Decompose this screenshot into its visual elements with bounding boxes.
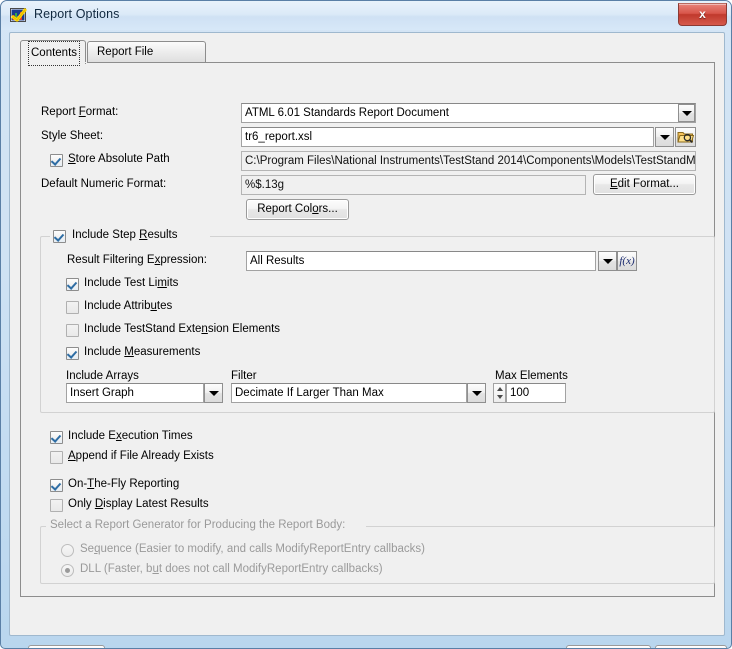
tab-report-file-pathname[interactable]: Report File Pathname [87,41,206,78]
report-generator-group [40,526,715,584]
help-button[interactable]: Help [28,645,105,648]
style-sheet-label: Style Sheet: [41,130,104,142]
ok-button[interactable]: OK [566,645,651,648]
report-generator-sequence-label: Sequence (Easier to modify, and calls Mo… [80,543,425,555]
default-numeric-format-label: Default Numeric Format: [41,178,167,190]
include-test-limits-label: Include Test Limits [84,277,179,289]
result-filtering-expression-value: All Results [250,255,305,267]
result-filtering-dropdown-icon[interactable] [598,251,617,271]
report-generator-dll-radio [61,564,74,577]
title-bar: Report Options x [1,1,731,30]
style-sheet-path-display: C:\Program Files\National Instruments\Te… [241,151,696,171]
edit-format-button[interactable]: Edit Format... [593,174,696,195]
filter-dropdown-icon[interactable] [467,383,486,403]
append-if-file-already-exists-checkbox[interactable] [50,451,63,464]
edit-format-button-label: Edit Format... [609,178,680,190]
include-arrays-label: Include Arrays [66,370,139,382]
chevron-down-icon [471,391,482,396]
report-colors-button[interactable]: Report Colors... [246,199,349,220]
dialog-client-area: Contents Report File Pathname Report For… [9,32,727,648]
include-execution-times-checkbox[interactable] [50,431,63,444]
include-attributes-label: Include Attributes [84,300,173,312]
only-display-latest-results-checkbox[interactable] [50,499,63,512]
include-measurements-label: Include Measurements [84,346,201,358]
close-button[interactable]: x [678,3,727,26]
folder-search-icon [677,132,695,143]
store-absolute-path-label: Store Absolute Path [68,153,170,165]
tab-contents[interactable]: Contents [20,40,86,66]
max-elements-label: Max Elements [495,370,568,382]
only-display-latest-results-label: Only Display Latest Results [68,498,209,510]
on-the-fly-reporting-checkbox[interactable] [50,479,63,492]
report-options-icon [10,8,27,22]
chevron-down-icon [602,259,613,264]
append-if-file-already-exists-label: Append if File Already Exists [68,450,214,462]
chevron-down-icon [659,135,670,140]
filter-label: Filter [231,370,257,382]
default-numeric-format-value: %$.13g [245,179,285,191]
cancel-button[interactable]: Cancel [655,645,727,648]
chevron-down-icon [208,391,219,396]
include-measurements-checkbox[interactable] [66,347,79,360]
include-step-results-checkbox[interactable] [53,230,66,243]
report-generator-dll-label: DLL (Faster, but does not call ModifyRep… [80,563,383,575]
report-generator-group-title: Select a Report Generator for Producing … [48,519,348,531]
spinner-up-icon[interactable] [496,387,503,391]
on-the-fly-reporting-label: On-The-Fly Reporting [68,478,180,490]
style-sheet-dropdown-icon[interactable] [655,127,674,147]
chevron-down-icon [681,111,692,116]
filter-combo[interactable]: Decimate If Larger Than Max [231,383,467,403]
tab-strip: Contents Report File Pathname [20,40,716,78]
report-format-combo[interactable]: ATML 6.01 Standards Report Document [241,103,696,123]
tab-active-seam [21,62,87,63]
style-sheet-browse-button[interactable] [675,127,696,147]
spinner-down-icon[interactable] [496,395,503,399]
include-attributes-checkbox[interactable] [66,301,79,314]
report-options-dialog: Report Options x Contents Report File Pa… [0,0,732,649]
include-teststand-extension-elements-label: Include TestStand Extension Elements [84,323,281,335]
max-elements-spinner[interactable] [493,383,506,403]
report-colors-button-label: Report Colors... [257,203,338,215]
include-execution-times-label: Include Execution Times [68,430,193,442]
store-absolute-path-checkbox[interactable] [50,154,63,167]
report-generator-sequence-radio [61,544,74,557]
style-sheet-value: tr6_report.xsl [245,131,313,143]
include-arrays-dropdown-icon[interactable] [204,383,223,403]
style-sheet-path-value: C:\Program Files\National Instruments\Te… [245,155,696,167]
result-filtering-expression-button[interactable]: f(x) [617,251,637,271]
include-test-limits-checkbox[interactable] [66,278,79,291]
style-sheet-combo[interactable]: tr6_report.xsl [241,127,654,147]
include-teststand-extension-elements-checkbox[interactable] [66,324,79,337]
max-elements-value: 100 [510,387,530,399]
fx-expression-icon: f(x) [619,255,635,267]
result-filtering-expression-input[interactable]: All Results [246,251,596,271]
include-arrays-combo[interactable]: Insert Graph [66,383,204,403]
report-format-value: ATML 6.01 Standards Report Document [245,107,449,119]
default-numeric-format-field[interactable]: %$.13g [241,175,586,195]
result-filtering-expression-label: Result Filtering Expression: [67,254,207,266]
report-format-dropdown-icon[interactable] [678,104,695,122]
max-elements-input[interactable]: 100 [506,383,566,403]
filter-value: Decimate If Larger Than Max [235,387,384,399]
include-step-results-label: Include Step Results [70,229,180,241]
window-title: Report Options [34,7,120,21]
report-format-label: Report Format: [41,106,119,118]
include-arrays-value: Insert Graph [70,387,134,399]
